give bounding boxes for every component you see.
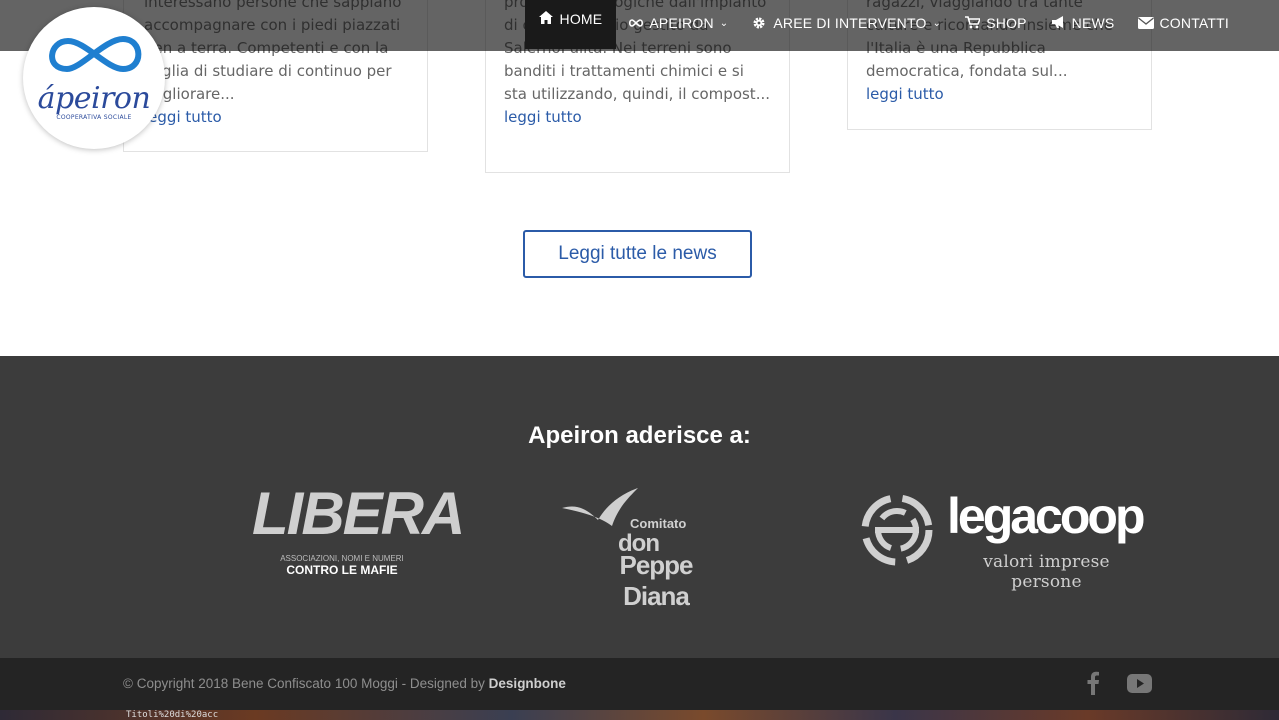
logo-wordmark: ápeiron [37,81,151,116]
nav-home[interactable]: HOME [524,0,617,49]
read-more-link[interactable]: leggi tutto [504,106,771,129]
partners-section: Apeiron aderisce a: LIBERA ASSOCIAZIONI,… [0,356,1279,658]
nav-label: APEIRON [649,15,714,31]
youtube-icon[interactable] [1127,674,1152,697]
read-more-link[interactable]: leggi tutto [866,83,1133,106]
nav-label: AREE DI INTERVENTO [773,15,927,31]
chevron-down-icon: ⌄ [719,17,729,29]
copyright-prefix: © Copyright 2018 Bene Confiscato 100 Mog… [123,676,489,691]
libera-name: LIBERA [252,480,465,547]
designer-link[interactable]: Designbone [489,676,566,691]
partners-title: Apeiron aderisce a: [528,422,751,449]
infinity-logo-icon [49,35,142,73]
legacoop-name: legacoop [947,488,1145,544]
nav-apeiron[interactable]: APEIRON ⌄ [616,0,740,46]
diana-line1: Comitato [630,516,687,531]
cart-icon [965,16,982,30]
infinity-icon [628,16,644,30]
envelope-icon [1138,16,1155,30]
main-nav: HOME APEIRON ⌄ AREE DI INTERVENTO ⌄ SHOP [524,0,1241,49]
nav-label: HOME [559,11,603,27]
site-logo[interactable]: ápeiron COOPERATIVA SOCIALE [23,7,165,149]
nav-label: SHOP [986,15,1027,31]
footer-bottom-bar: © Copyright 2018 Bene Confiscato 100 Mog… [0,658,1279,710]
chevron-down-icon: ⌄ [932,17,942,29]
nav-news[interactable]: NEWS [1039,0,1127,46]
libera-line1: ASSOCIAZIONI, NOMI E NUMERI [280,554,404,563]
legacoop-symbol-icon [861,494,933,566]
nav-shop[interactable]: SHOP [953,0,1038,46]
nav-contatti[interactable]: CONTATTI [1126,0,1241,46]
logo-subtitle: COOPERATIVA SOCIALE [56,114,132,121]
site-header: HOME APEIRON ⌄ AREE DI INTERVENTO ⌄ SHOP [0,0,1279,51]
libera-line2: CONTRO LE MAFIE [286,563,398,577]
facebook-icon[interactable] [1086,671,1100,699]
legacoop-tagline: valori imprese persone [983,552,1110,592]
nav-label: NEWS [1071,15,1115,31]
megaphone-icon [1051,16,1067,30]
diana-line3: Peppe Diana [619,550,693,611]
image-caption: Titoli%20di%20acc [126,710,219,720]
read-more-link[interactable]: leggi tutto [144,106,409,129]
all-news-button[interactable]: Leggi tutte le news [523,230,752,278]
copyright-text: © Copyright 2018 Bene Confiscato 100 Mog… [123,676,566,691]
don-peppe-diana-logo[interactable]: Comitato don Peppe Diana [560,486,720,611]
nav-aree-di-intervento[interactable]: AREE DI INTERVENTO ⌄ [740,0,953,46]
home-icon [538,11,555,25]
nav-label: CONTATTI [1159,15,1229,31]
legacoop-logo[interactable]: legacoop valori imprese persone [855,488,1145,592]
background-image-strip: Titoli%20di%20acc [0,710,1279,720]
gear-icon [752,16,768,30]
libera-logo[interactable]: LIBERA ASSOCIAZIONI, NOMI E NUMERI CONTR… [252,480,465,584]
